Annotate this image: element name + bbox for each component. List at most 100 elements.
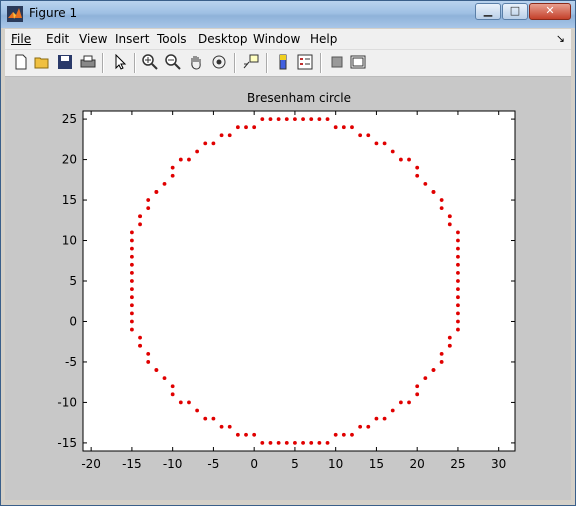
data-point (309, 117, 314, 121)
maximize-button[interactable]: □ (502, 3, 528, 20)
minimize-button[interactable]: ▁ (475, 3, 501, 20)
data-point (456, 303, 460, 308)
data-point (268, 441, 273, 445)
menu-edit[interactable]: Edit (46, 32, 69, 46)
data-point (203, 416, 208, 421)
data-point (162, 181, 167, 186)
rotate-3d-icon[interactable] (211, 54, 227, 70)
data-point (439, 206, 444, 211)
menu-insert[interactable]: Insert (115, 32, 149, 46)
data-point (374, 141, 379, 146)
y-tick-label: -5 (65, 355, 77, 369)
data-point (178, 157, 183, 162)
data-point (415, 173, 420, 178)
data-point (333, 432, 338, 437)
x-tick-label: -20 (81, 457, 101, 471)
y-tick-label: -10 (57, 395, 77, 409)
menu-view[interactable]: View (79, 32, 107, 46)
save-icon[interactable] (57, 54, 73, 70)
show-plot-tools-icon[interactable] (350, 54, 366, 70)
data-point (293, 441, 297, 445)
edit-plot-arrow-icon[interactable] (112, 54, 128, 70)
close-button[interactable]: ✕ (529, 3, 571, 20)
x-tick-label: 30 (491, 457, 506, 471)
data-point (456, 311, 460, 316)
legend-icon[interactable] (297, 54, 313, 70)
minimize-icon: ▁ (483, 4, 493, 17)
pan-hand-icon[interactable] (188, 54, 204, 70)
data-point (130, 271, 134, 275)
data-point (390, 149, 395, 154)
data-point (350, 432, 354, 437)
figure-canvas[interactable]: -20 -15 -10 -5 0 5 10 15 20 25 30 -15 -10 -5 0 5 10 15 20 2… (5, 77, 571, 500)
bresenham-circle-plot[interactable]: -20 -15 -10 -5 0 5 10 15 20 25 30 -15 -10 -5 0 5 10 15 20 2… (5, 77, 571, 500)
data-point (130, 327, 134, 332)
data-point (187, 157, 191, 162)
data-point (170, 392, 175, 397)
data-point (244, 432, 248, 437)
data-point (423, 181, 428, 186)
matlab-logo-icon (7, 6, 23, 22)
data-point (227, 424, 232, 429)
data-point (211, 141, 216, 146)
menu-file[interactable]: File (11, 32, 31, 46)
menu-help[interactable]: Help (310, 32, 337, 46)
data-point (456, 254, 460, 259)
y-tick-label: 15 (62, 193, 77, 207)
data-point (456, 279, 460, 283)
data-point (431, 190, 436, 194)
data-cursor-icon[interactable] (243, 54, 259, 70)
x-tick-label: 10 (328, 457, 343, 471)
data-point (187, 400, 191, 405)
dock-arrow-icon[interactable]: ↘ (556, 32, 565, 45)
data-point (130, 319, 134, 324)
print-icon[interactable] (80, 54, 96, 70)
menu-desktop[interactable]: Desktop (198, 32, 248, 46)
title-bar[interactable]: Figure 1 ▁ □ ✕ (1, 1, 575, 28)
data-point (268, 117, 273, 121)
hide-plot-tools-icon[interactable] (329, 54, 345, 70)
zoom-out-icon[interactable] (165, 54, 181, 70)
zoom-in-icon[interactable] (142, 54, 158, 70)
data-point (317, 441, 322, 445)
data-point (407, 157, 411, 162)
data-point (325, 117, 330, 121)
data-point (195, 149, 200, 154)
colorbar-icon[interactable] (275, 54, 291, 70)
data-point (374, 416, 379, 421)
new-figure-icon[interactable] (13, 54, 29, 70)
data-point (138, 343, 142, 348)
data-point (293, 117, 297, 121)
data-point (138, 335, 142, 340)
x-tick-label: -10 (163, 457, 183, 471)
data-point (276, 441, 281, 445)
data-point (456, 262, 460, 267)
data-point (130, 279, 134, 283)
data-point (146, 198, 151, 202)
data-point (456, 230, 460, 235)
data-point (439, 198, 444, 202)
axes-background[interactable] (82, 110, 516, 452)
data-point (456, 327, 460, 332)
data-point (309, 441, 314, 445)
data-point (447, 214, 452, 219)
x-tick-label: 25 (450, 457, 465, 471)
toolbar-separator (102, 53, 104, 73)
data-point (235, 125, 240, 130)
data-point (130, 303, 134, 308)
data-point (358, 133, 363, 138)
x-tick-label: 20 (410, 457, 425, 471)
y-tick-label: 25 (62, 112, 77, 126)
open-file-icon[interactable] (34, 54, 50, 70)
data-point (146, 206, 151, 211)
y-tick-label: 5 (69, 274, 77, 288)
toolbar-separator (234, 53, 236, 73)
data-point (130, 311, 134, 316)
data-point (130, 230, 134, 235)
toolbar-separator (320, 53, 322, 73)
menu-tools[interactable]: Tools (157, 32, 187, 46)
data-point (130, 254, 134, 259)
data-point (219, 424, 224, 429)
data-point (366, 133, 371, 138)
menu-window[interactable]: Window (253, 32, 300, 46)
